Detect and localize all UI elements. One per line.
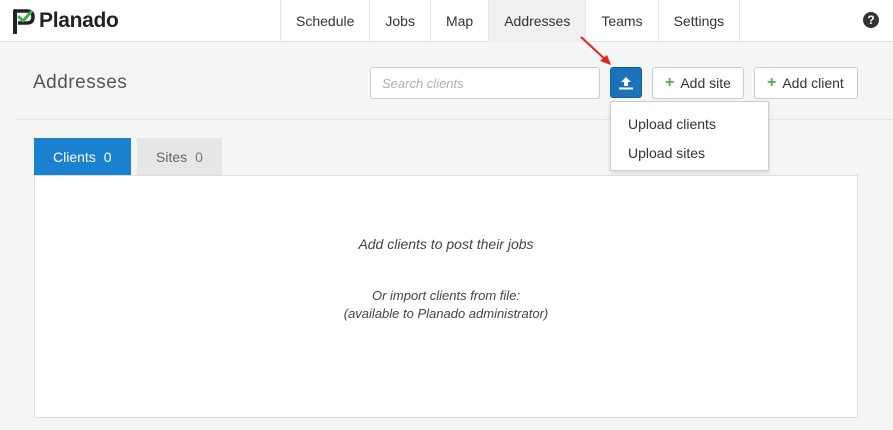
tab-sites-label: Sites (156, 148, 188, 165)
add-client-button[interactable]: + Add client (754, 67, 858, 99)
nav-item-map[interactable]: Map (429, 0, 488, 42)
tab-sites[interactable]: Sites 0 (137, 138, 222, 175)
tab-clients-label: Clients (53, 148, 96, 165)
page-title: Addresses (33, 72, 128, 93)
clients-panel: Add clients to post their jobs Or import… (34, 175, 858, 418)
import-hint-line-2: (available to Planado administrator) (343, 306, 549, 321)
import-hint: Or import clients from file: (available … (35, 287, 857, 323)
plus-icon: + (665, 74, 675, 91)
planado-logo[interactable]: Planado (13, 6, 119, 36)
plus-icon: + (767, 74, 777, 91)
top-navigation-bar: Planado Schedule Jobs Map Addresses Team… (0, 0, 893, 42)
upload-dropdown-menu: Upload clients Upload sites (610, 101, 769, 171)
main-nav: Schedule Jobs Map Addresses Teams Settin… (280, 0, 741, 42)
planado-logo-icon (13, 9, 35, 34)
upload-icon (619, 76, 633, 89)
empty-state-message: Add clients to post their jobs (358, 236, 534, 252)
tab-clients-count: 0 (103, 148, 112, 165)
nav-item-schedule[interactable]: Schedule (280, 0, 369, 42)
add-client-label: Add client (782, 75, 844, 91)
import-hint-line-1: Or import clients from file: (371, 288, 521, 303)
nav-item-addresses[interactable]: Addresses (488, 0, 586, 42)
upload-button[interactable] (610, 67, 642, 98)
menu-item-upload-sites[interactable]: Upload sites (611, 138, 768, 167)
menu-item-upload-clients[interactable]: Upload clients (611, 109, 768, 138)
add-site-button[interactable]: + Add site (652, 67, 744, 99)
app-name: Planado (39, 9, 119, 32)
nav-item-settings[interactable]: Settings (657, 0, 741, 42)
nav-item-jobs[interactable]: Jobs (369, 0, 430, 42)
tab-sites-count: 0 (195, 148, 203, 165)
add-site-label: Add site (680, 75, 731, 91)
tab-clients[interactable]: Clients 0 (34, 138, 131, 175)
help-icon[interactable]: ? (863, 12, 879, 28)
search-input[interactable] (370, 67, 600, 99)
annotation-arrow-icon (580, 36, 611, 65)
